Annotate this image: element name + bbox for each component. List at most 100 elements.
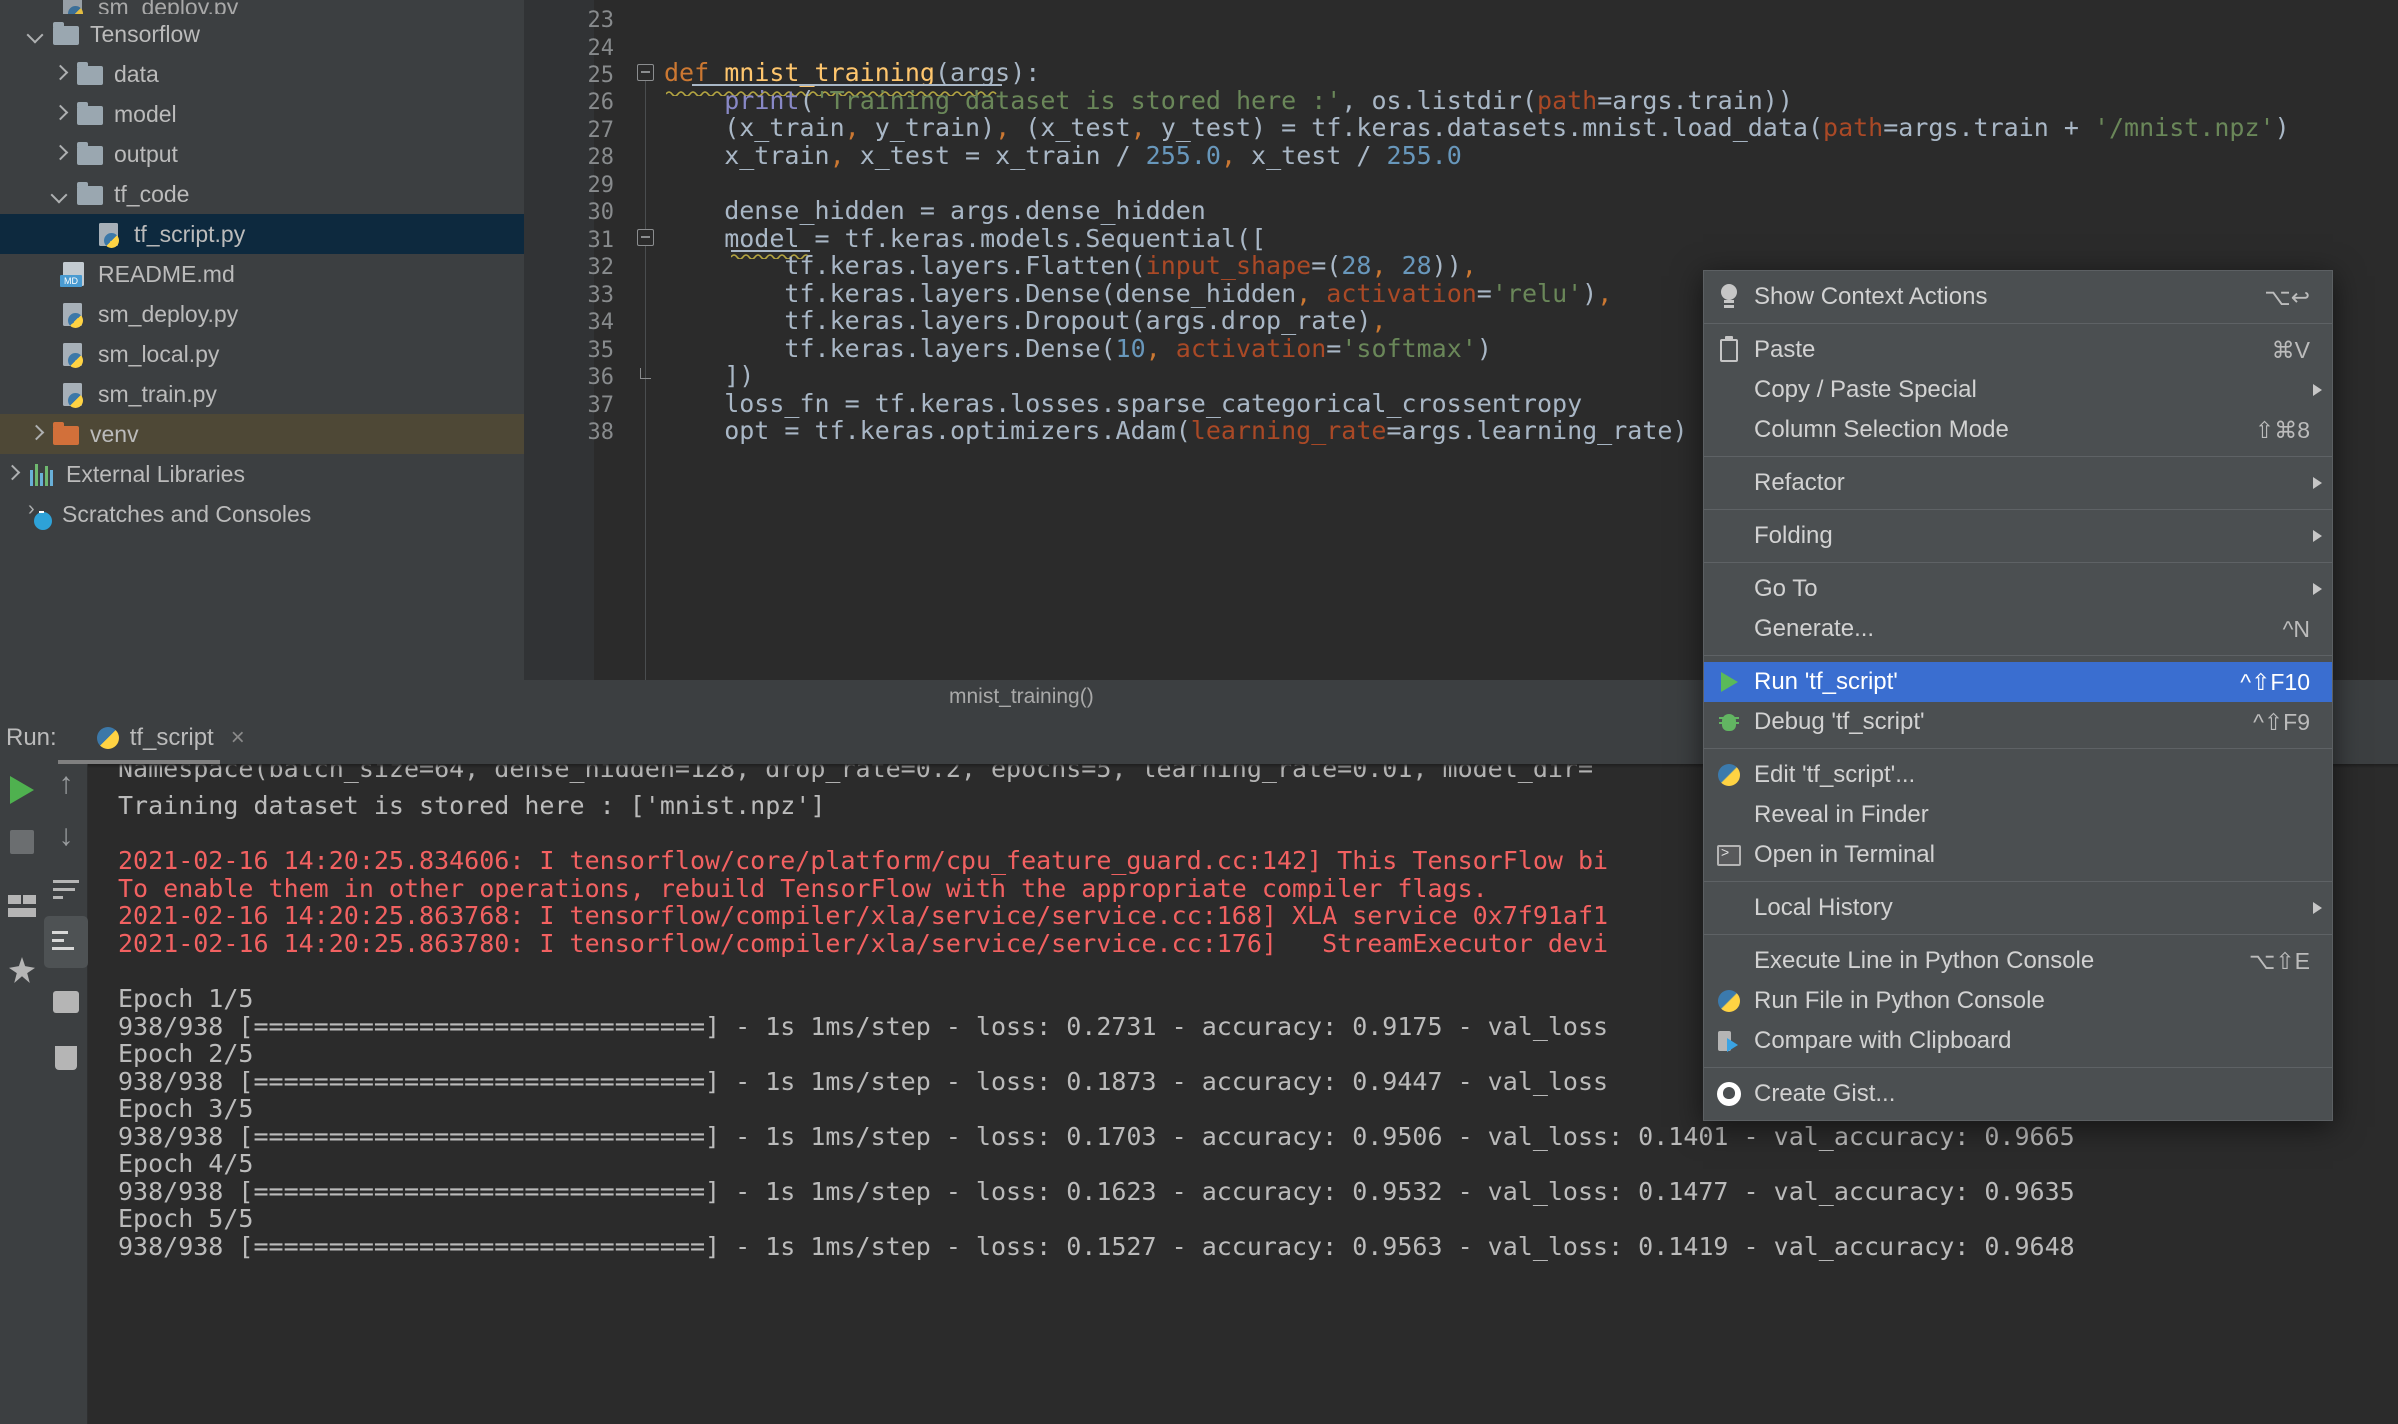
python-icon [1704,989,1754,1013]
menu-item-label: Paste [1754,336,1816,363]
console-line: Epoch 2/5 [118,1039,254,1068]
line-number: 37 [587,393,615,418]
sidebar-item-tf-code[interactable]: tf_code [0,174,524,214]
menu-separator [1704,881,2332,882]
menu-item-copy-paste-special[interactable]: Copy / Paste Special [1704,370,2332,410]
menu-item-show-context-actions[interactable]: Show Context Actions ⌥↩ [1704,277,2332,317]
print-icon[interactable] [44,976,88,1028]
project-tool-window[interactable]: sm_deploy.py Tensorflow data model outpu… [0,0,524,714]
code-line-31: model = tf.keras.models.Sequential([ [664,224,1267,253]
menu-item-generate[interactable]: Generate... ^N [1704,609,2332,649]
chevron-right-icon [2302,530,2332,542]
sidebar-item-external-libraries[interactable]: External Libraries [0,454,524,494]
up-arrow-icon[interactable]: ↑ [44,758,88,810]
tree-item-label: sm_local.py [98,340,220,367]
folder-icon [76,140,104,168]
menu-item-label: Show Context Actions [1754,283,1988,310]
code-line-38: opt = tf.keras.optimizers.Adam(learning_… [664,416,1688,445]
menu-separator [1704,323,2332,324]
menu-item-label: Open in Terminal [1754,841,1935,868]
chevron-right-icon[interactable] [48,102,72,126]
restore-layout-icon[interactable] [0,880,44,932]
menu-item-open-in-terminal[interactable]: Open in Terminal [1704,835,2332,875]
sidebar-item-model[interactable]: model [0,94,524,134]
line-number: 33 [587,283,615,308]
code-folding-column[interactable] [628,0,664,680]
line-number: 35 [587,338,615,363]
line-number: 32 [587,255,615,280]
menu-item-shortcut: ⌘V [2271,336,2310,363]
sidebar-item-venv[interactable]: venv [0,414,524,454]
menu-item-compare-with-clipboard[interactable]: Compare with Clipboard [1704,1021,2332,1061]
sidebar-item-output[interactable]: output [0,134,524,174]
run-controls-toolbar[interactable] [0,764,44,1424]
stop-icon[interactable] [0,816,44,868]
menu-item-create-gist[interactable]: Create Gist... [1704,1074,2332,1114]
sidebar-item-sm-train-py[interactable]: sm_train.py [0,374,524,414]
sidebar-item-scratches-and-consoles[interactable]: Scratches and Consoles [0,494,524,534]
down-arrow-icon[interactable]: ↓ [44,810,88,862]
chevron-down-icon[interactable] [24,22,48,46]
menu-item-label: Run 'tf_script' [1754,668,1898,695]
tree-item-label: sm_deploy.py [98,300,239,327]
fold-toggle-sequential[interactable] [637,229,654,246]
markdown-file-icon: MD [60,260,88,288]
menu-item-refactor[interactable]: Refactor [1704,463,2332,503]
rerun-icon[interactable] [0,764,44,816]
chevron-down-icon[interactable] [48,182,72,206]
console-toolbar[interactable]: ↑ ↓ [44,764,88,1424]
sidebar-item-sm-deploy-py[interactable]: sm_deploy.py [0,294,524,334]
code-line-35: tf.keras.layers.Dense(10, activation='so… [664,334,1492,363]
fold-end-marker [640,368,651,379]
menu-item-debug-tf-script[interactable]: Debug 'tf_script' ^⇧F9 [1704,702,2332,742]
line-number: 27 [587,118,615,143]
chevron-right-icon[interactable] [24,422,48,446]
menu-item-shortcut: ^N [2282,615,2310,642]
sidebar-item-data[interactable]: data [0,54,524,94]
chevron-right-icon[interactable] [0,462,24,486]
menu-item-folding[interactable]: Folding [1704,516,2332,556]
pin-tab-icon[interactable] [0,944,44,996]
menu-item-shortcut: ⌥⇧E [2248,947,2310,974]
sidebar-item-tf-script-py[interactable]: tf_script.py [0,214,524,254]
console-line: 2021-02-16 14:20:25.834606: I tensorflow… [118,846,1609,875]
chevron-right-icon[interactable] [48,142,72,166]
chevron-right-icon[interactable] [48,62,72,86]
line-number: 23 [587,8,615,33]
ide-window: sm_deploy.py Tensorflow data model outpu… [0,0,2398,1424]
run-tab-tf-script[interactable]: tf_script × [95,724,245,752]
fold-toggle-def[interactable] [637,64,654,81]
line-number: 30 [587,200,615,225]
chevron-right-icon [2302,384,2332,396]
line-number: 31 [587,228,615,253]
code-line-32: tf.keras.layers.Flatten(input_shape=(28,… [664,251,1477,280]
sidebar-item-tensorflow[interactable]: Tensorflow [0,14,524,54]
close-icon[interactable]: × [231,724,245,752]
menu-item-label: Generate... [1754,615,1875,642]
console-line: 938/938 [==============================]… [118,1177,2075,1206]
console-line: 938/938 [==============================]… [118,1012,1609,1041]
trash-icon[interactable] [44,1032,88,1084]
menu-item-run-tf-script[interactable]: Run 'tf_script' ^⇧F10 [1704,662,2332,702]
tree-row-partial[interactable]: sm_deploy.py [0,0,524,14]
breadcrumb-label: mnist_training() [949,685,1094,708]
sidebar-item-readme-md[interactable]: MD README.md [0,254,524,294]
editor-context-menu[interactable]: Show Context Actions ⌥↩ Paste ⌘V Copy / … [1703,270,2333,1121]
menu-item-go-to[interactable]: Go To [1704,569,2332,609]
tree-item-label: External Libraries [66,460,245,487]
menu-item-label: Local History [1754,894,1893,921]
menu-item-reveal-in-finder[interactable]: Reveal in Finder [1704,795,2332,835]
menu-item-execute-line-in-python-console[interactable]: Execute Line in Python Console ⌥⇧E [1704,941,2332,981]
menu-item-column-selection-mode[interactable]: Column Selection Mode ⇧⌘8 [1704,410,2332,450]
scroll-to-end-icon[interactable] [44,916,88,968]
soft-wrap-icon[interactable] [44,864,88,916]
sidebar-item-sm-local-py[interactable]: sm_local.py [0,334,524,374]
menu-separator [1704,748,2332,749]
tree-item-label: tf_script.py [134,220,246,247]
menu-item-paste[interactable]: Paste ⌘V [1704,330,2332,370]
menu-item-edit-tf-script[interactable]: Edit 'tf_script'... [1704,755,2332,795]
menu-item-run-file-in-python-console[interactable]: Run File in Python Console [1704,981,2332,1021]
tree-item-label: Tensorflow [90,20,200,47]
menu-item-label: Copy / Paste Special [1754,376,1977,403]
menu-item-local-history[interactable]: Local History [1704,888,2332,928]
